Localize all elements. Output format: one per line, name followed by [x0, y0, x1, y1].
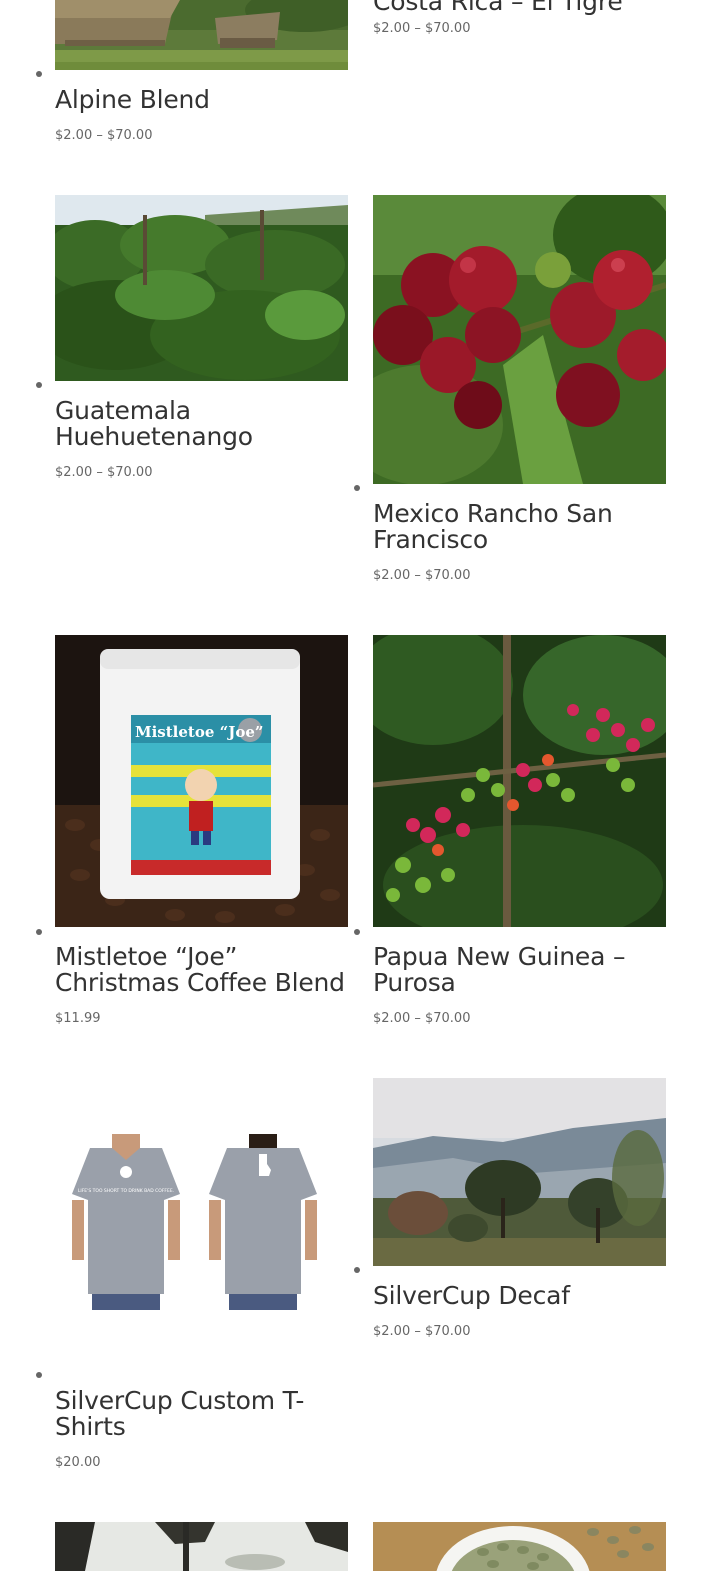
product-image[interactable] [373, 635, 666, 927]
product-image[interactable] [373, 1078, 666, 1266]
product-title[interactable]: Costa Rica – El Tigre [373, 0, 623, 15]
product-title[interactable]: Alpine Blend [55, 87, 210, 113]
tshirt-front-illustration: LIFE'S TOO SHORT TO DRINK BAD COFFEE. [72, 1134, 180, 1310]
list-bullet [354, 1267, 360, 1273]
coffee-branch-illustration [373, 635, 666, 927]
product-title[interactable]: Papua New Guinea – Purosa [373, 944, 663, 996]
product-card [55, 1522, 348, 1571]
product-price: $20.00 [55, 1455, 101, 1470]
product-card [373, 1522, 666, 1571]
misty-mountains-illustration [373, 1078, 666, 1266]
silhouette-trees-illustration [55, 1522, 348, 1571]
product-image[interactable]: LIFE'S TOO SHORT TO DRINK BAD COFFEE. [55, 1078, 348, 1370]
list-bullet [354, 929, 360, 935]
product-card: Papua New Guinea – Purosa $2.00 – $70.00 [354, 635, 666, 1026]
product-image[interactable] [373, 1522, 666, 1571]
product-card: Guatemala Huehuetenango $2.00 – $70.00 [36, 195, 348, 480]
product-card: LIFE'S TOO SHORT TO DRINK BAD COFFEE. Si… [36, 1078, 348, 1470]
village-huts-illustration [55, 0, 348, 70]
list-bullet [36, 1372, 42, 1378]
product-price: $2.00 – $70.00 [373, 568, 471, 583]
product-image[interactable] [55, 0, 348, 70]
tshirt-back-illustration [209, 1134, 317, 1310]
red-cherries-illustration [373, 195, 666, 484]
list-bullet [36, 929, 42, 935]
product-price: $2.00 – $70.00 [55, 465, 153, 480]
product-image[interactable] [55, 195, 348, 381]
list-bullet [36, 71, 42, 77]
shirt-slogan: LIFE'S TOO SHORT TO DRINK BAD COFFEE. [78, 1188, 174, 1194]
product-image[interactable] [55, 1522, 348, 1571]
bag-label: Mistletoe “Joe” [135, 723, 264, 741]
product-title[interactable]: Guatemala Huehuetenango [55, 398, 345, 450]
product-title[interactable]: Mexico Rancho San Francisco [373, 501, 663, 553]
product-price: $2.00 – $70.00 [373, 1324, 471, 1339]
product-price: $2.00 – $70.00 [55, 128, 153, 143]
product-image[interactable] [373, 195, 666, 484]
product-price: $2.00 – $70.00 [373, 1011, 471, 1026]
green-beans-bowl-illustration [373, 1522, 666, 1571]
product-card: SilverCup Decaf $2.00 – $70.00 [354, 1078, 666, 1339]
coffee-trees-illustration [55, 195, 348, 381]
product-card: Alpine Blend $2.00 – $70.00 [36, 0, 348, 143]
product-price: $11.99 [55, 1011, 101, 1026]
product-price: $2.00 – $70.00 [373, 21, 471, 36]
product-image[interactable]: Mistletoe “Joe” [55, 635, 348, 927]
product-card: Mistletoe “Joe” Mistletoe “Joe” Christma… [36, 635, 348, 1026]
list-bullet [354, 485, 360, 491]
list-bullet [36, 382, 42, 388]
product-title[interactable]: SilverCup Decaf [373, 1283, 570, 1309]
coffee-bag-illustration: Mistletoe “Joe” [55, 635, 348, 927]
product-card: Mexico Rancho San Francisco $2.00 – $70.… [354, 195, 666, 583]
product-title[interactable]: Mistletoe “Joe” Christmas Coffee Blend [55, 944, 350, 996]
product-title[interactable]: SilverCup Custom T-Shirts [55, 1388, 315, 1440]
